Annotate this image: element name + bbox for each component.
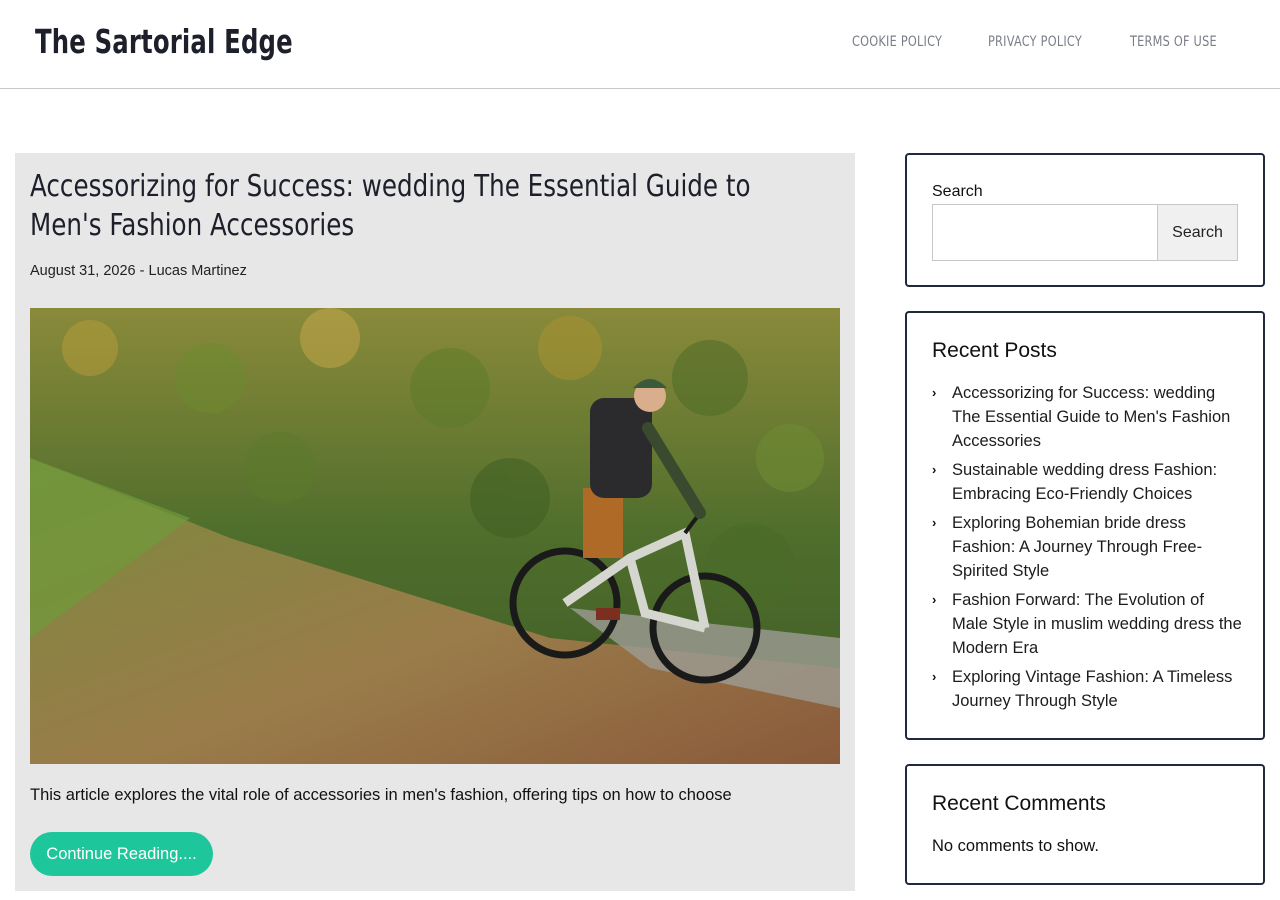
article-meta: August 31, 2026 - Lucas Martinez (30, 263, 247, 279)
chevron-right-icon: › (932, 462, 937, 477)
site-header: The Sartorial Edge COOKIE POLICY PRIVACY… (0, 0, 1280, 89)
list-item: › Accessorizing for Success: wedding The… (932, 381, 1242, 453)
search-widget: Search Search (905, 153, 1265, 287)
recent-posts-list: › Accessorizing for Success: wedding The… (932, 381, 1242, 718)
nav-privacy-policy[interactable]: PRIVACY POLICY (988, 34, 1082, 50)
recent-post-link[interactable]: Accessorizing for Success: wedding The E… (952, 384, 1230, 450)
recent-comments-heading: Recent Comments (932, 792, 1106, 815)
site-title[interactable]: The Sartorial Edge (35, 22, 293, 61)
search-input[interactable] (932, 204, 1158, 261)
chevron-right-icon: › (932, 515, 937, 530)
list-item: › Sustainable wedding dress Fashion: Emb… (932, 458, 1242, 506)
recent-posts-heading: Recent Posts (932, 339, 1057, 362)
article-card: Accessorizing for Success: wedding The E… (15, 153, 855, 891)
list-item: › Exploring Bohemian bride dress Fashion… (932, 511, 1242, 583)
search-button[interactable]: Search (1157, 204, 1238, 261)
article-image[interactable] (30, 308, 840, 764)
cyclist-photo (30, 308, 840, 764)
search-label: Search (932, 183, 983, 200)
list-item: › Fashion Forward: The Evolution of Male… (932, 588, 1242, 660)
recent-posts-widget: Recent Posts › Accessorizing for Success… (905, 311, 1265, 740)
no-comments-text: No comments to show. (932, 837, 1099, 855)
recent-post-link[interactable]: Exploring Vintage Fashion: A Timeless Jo… (952, 668, 1232, 710)
nav-terms-of-use[interactable]: TERMS OF USE (1130, 34, 1217, 50)
list-item: › Exploring Vintage Fashion: A Timeless … (932, 665, 1242, 713)
recent-post-link[interactable]: Sustainable wedding dress Fashion: Embra… (952, 461, 1217, 503)
chevron-right-icon: › (932, 669, 937, 684)
recent-comments-widget: Recent Comments No comments to show. (905, 764, 1265, 885)
continue-reading-button[interactable]: Continue Reading.... (30, 832, 213, 876)
recent-post-link[interactable]: Fashion Forward: The Evolution of Male S… (952, 591, 1242, 657)
chevron-right-icon: › (932, 385, 937, 400)
nav-cookie-policy[interactable]: COOKIE POLICY (852, 34, 942, 50)
chevron-right-icon: › (932, 592, 937, 607)
article-title[interactable]: Accessorizing for Success: wedding The E… (30, 167, 817, 245)
recent-post-link[interactable]: Exploring Bohemian bride dress Fashion: … (952, 514, 1202, 580)
article-excerpt: This article explores the vital role of … (30, 786, 732, 804)
